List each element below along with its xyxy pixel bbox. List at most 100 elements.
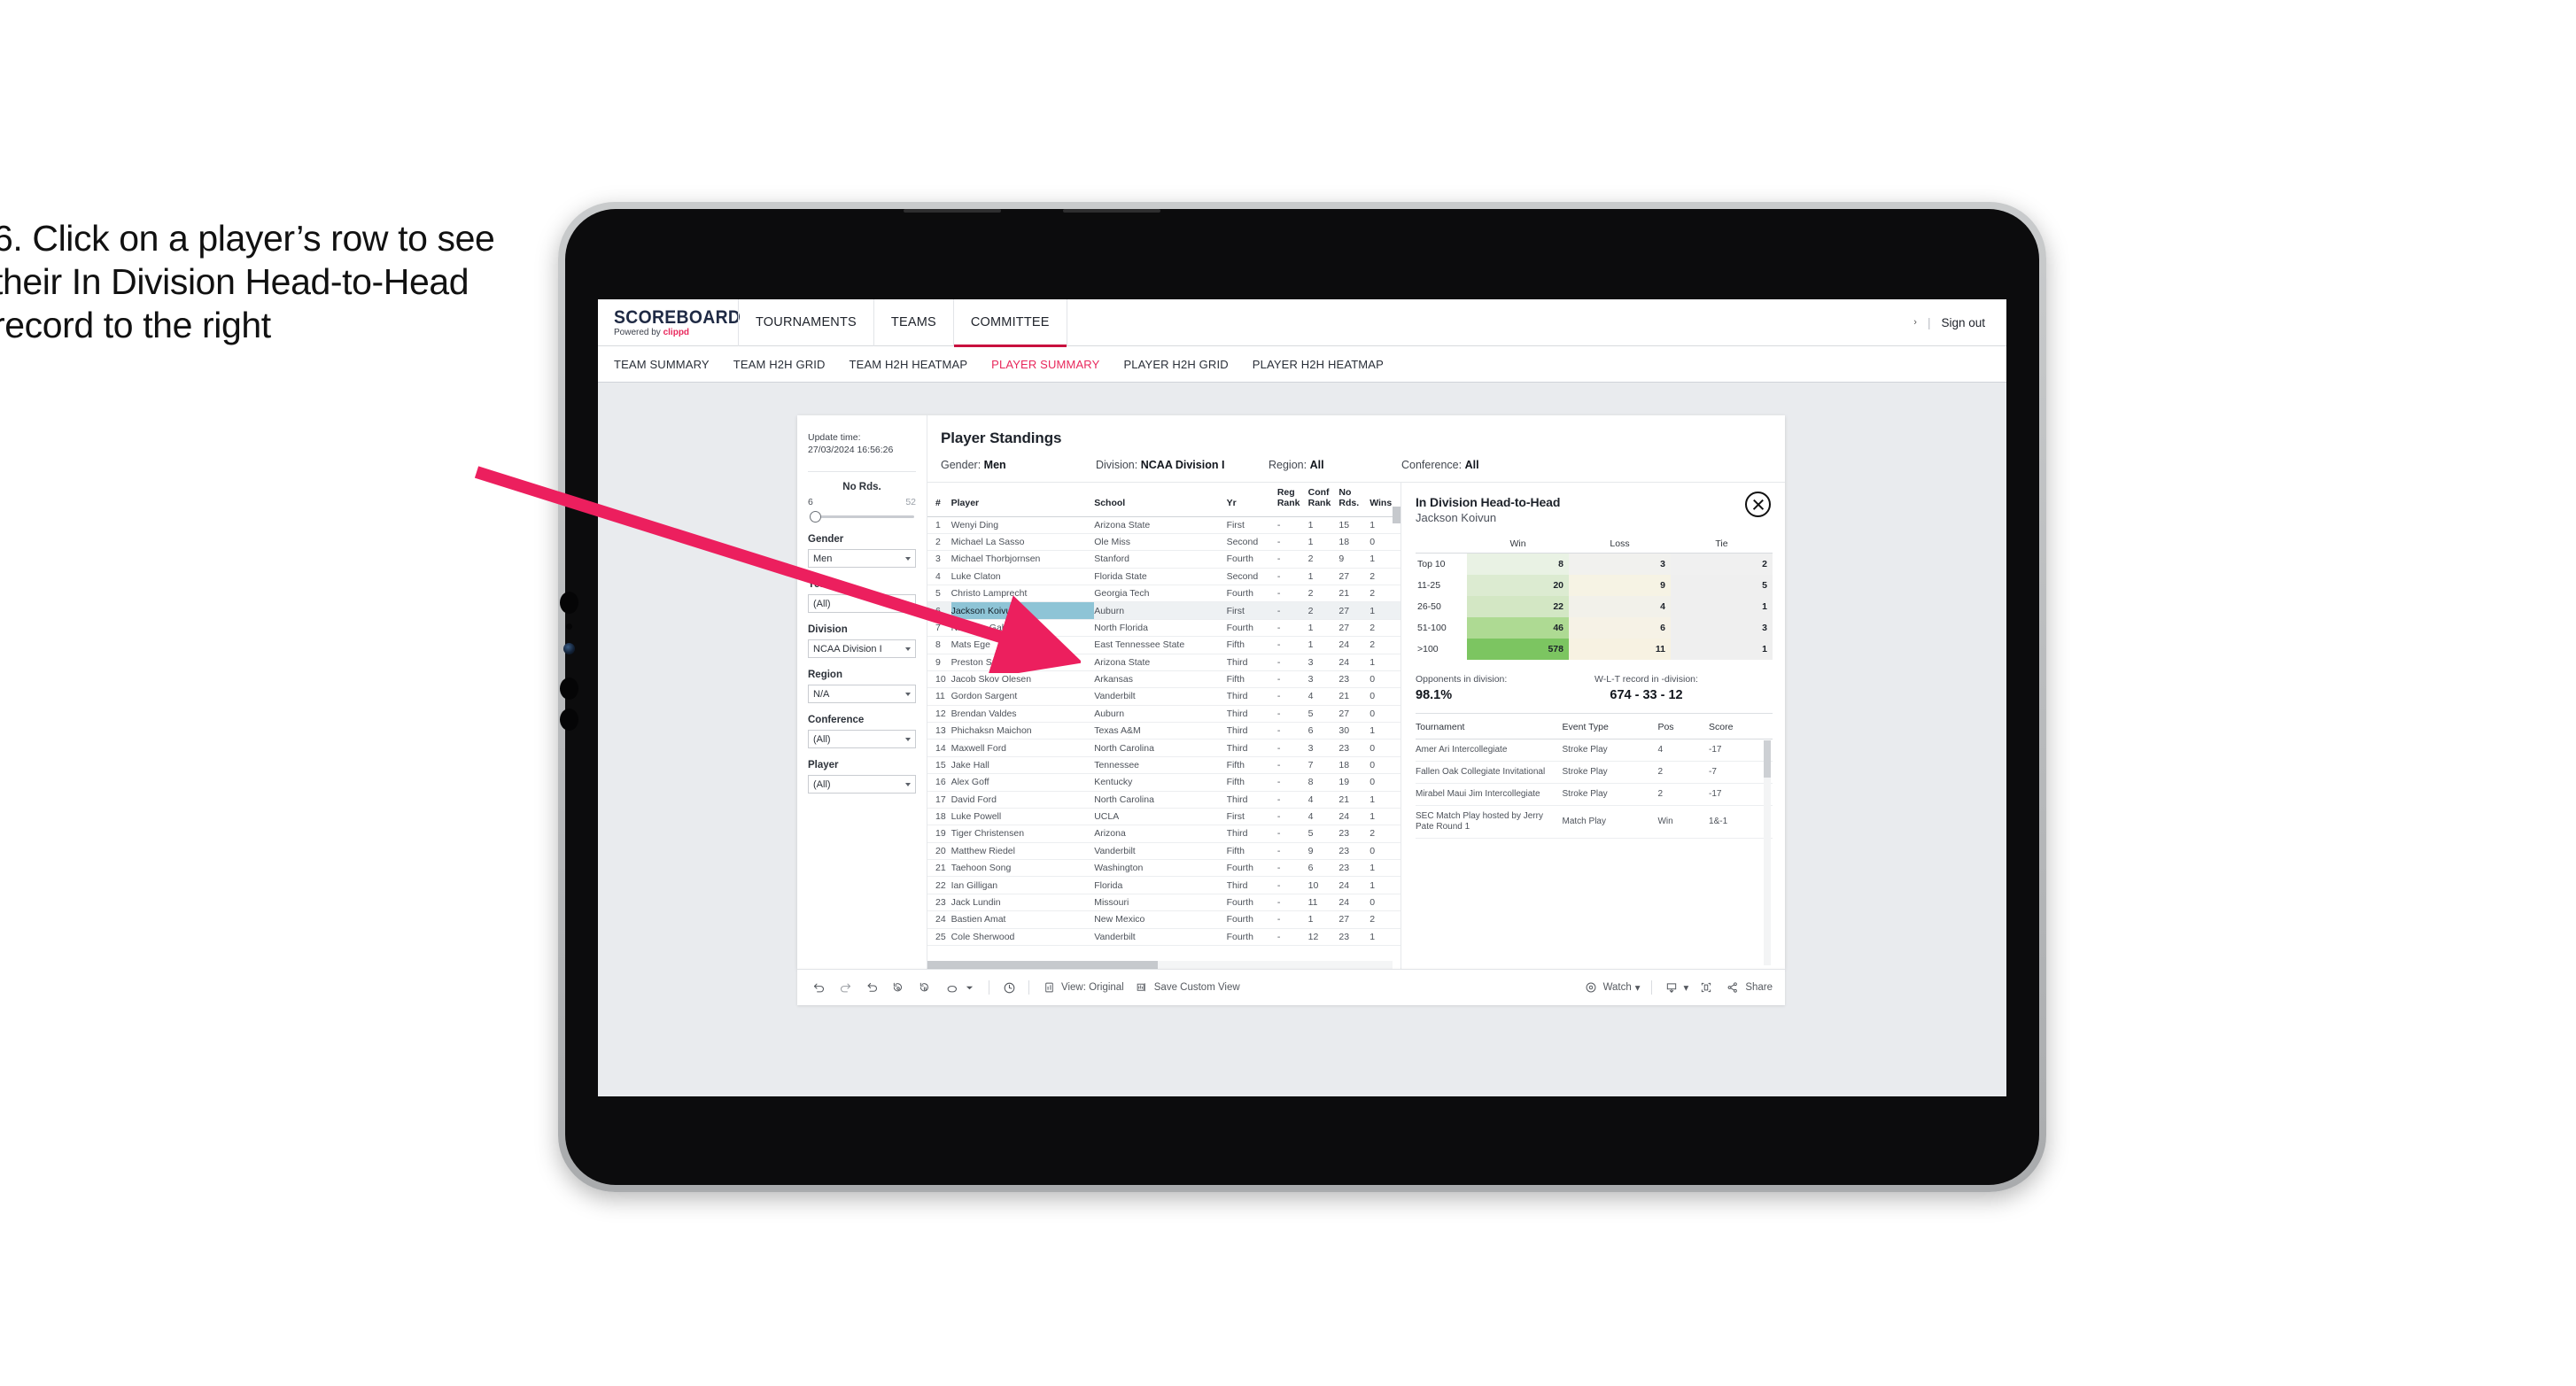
col-rank[interactable]: # [927, 483, 951, 517]
col-school[interactable]: School [1094, 483, 1227, 517]
share-button[interactable]: Share [1724, 979, 1773, 995]
table-row[interactable]: 14 Maxwell Ford North Carolina Third -3 23 0 [927, 739, 1401, 757]
table-row[interactable]: 23 Jack Lundin Missouri Fourth -11 24 0 [927, 894, 1401, 912]
table-row[interactable]: 19 Tiger Christensen Arizona Third -5 23 2 [927, 825, 1401, 843]
h2h-cell-tie[interactable]: 3 [1671, 616, 1773, 639]
tournament-row[interactable]: Fallen Oak Collegiate Invitational Stroke… [1416, 761, 1773, 784]
tournament-row[interactable]: SEC Match Play hosted by Jerry Pate Roun… [1416, 805, 1773, 840]
col-reg-rank[interactable]: Reg Rank [1276, 483, 1308, 517]
h2h-cell-win[interactable]: 22 [1467, 595, 1569, 617]
col-pos[interactable]: Pos [1657, 713, 1710, 739]
user-menu-chevron-icon[interactable]: › [1913, 317, 1917, 328]
col-no-rds[interactable]: No Rds. [1338, 483, 1370, 517]
view-original-button[interactable]: View: Original [1040, 979, 1124, 995]
save-custom-view-button[interactable]: Save Custom View [1133, 979, 1240, 995]
table-row[interactable]: 4 Luke Claton Florida State Second -1 27 2 [927, 568, 1401, 586]
table-row[interactable]: 5 Christo Lamprecht Georgia Tech Fourth -2 21… [927, 585, 1401, 603]
chevron-down-icon[interactable]: ▾ [1684, 981, 1689, 994]
col-player[interactable]: Player [950, 483, 1095, 517]
tab-player-summary[interactable]: PLAYER SUMMARY [991, 358, 1099, 371]
h2h-cell-loss[interactable]: 3 [1569, 553, 1671, 575]
h2h-cell-tie[interactable]: 1 [1671, 638, 1773, 660]
tab-player-h2h-heatmap[interactable]: PLAYER H2H HEATMAP [1253, 358, 1384, 371]
scrollbar-thumb[interactable] [1764, 739, 1771, 778]
col-yr[interactable]: Yr [1226, 483, 1277, 517]
table-row[interactable]: 18 Luke Powell UCLA First -4 24 1 [927, 808, 1401, 826]
redo-icon[interactable] [836, 979, 854, 995]
scrollbar-thumb[interactable] [1393, 507, 1401, 523]
table-row[interactable]: 24 Bastien Amat New Mexico Fourth -1 27 2 [927, 910, 1401, 929]
nav-item-teams[interactable]: TEAMS [873, 299, 953, 346]
no-rounds-slider[interactable] [808, 510, 916, 523]
h2h-row-label: Top 10 [1417, 558, 1446, 569]
col-event-type[interactable]: Event Type [1562, 713, 1658, 739]
table-row[interactable]: 12 Brendan Valdes Auburn Third -5 27 0 [927, 705, 1401, 724]
table-horizontal-scrollbar[interactable] [927, 961, 1393, 969]
revert-icon[interactable] [863, 979, 881, 995]
tournaments-scrollbar[interactable] [1764, 739, 1771, 965]
table-row[interactable]: 17 David Ford North Carolina Third -4 21 1 [927, 791, 1401, 809]
table-row[interactable]: 3 Michael Thorbjornsen Stanford Fourth -2 9 1 [927, 550, 1401, 569]
player-select[interactable]: (All) [808, 775, 916, 794]
conference-select[interactable]: (All) [808, 730, 916, 749]
year-select[interactable]: (All) [808, 594, 916, 614]
refresh-icon[interactable] [889, 979, 907, 995]
col-tournament[interactable]: Tournament [1416, 713, 1563, 739]
slider-handle[interactable] [810, 511, 821, 523]
region-select[interactable]: N/A [808, 685, 916, 704]
table-row[interactable]: 16 Alex Goff Kentucky Fifth -8 19 0 [927, 773, 1401, 792]
nav-item-tournaments[interactable]: TOURNAMENTS [738, 299, 873, 346]
table-row[interactable]: 22 Ian Gilligan Florida Third -10 24 1 [927, 876, 1401, 894]
h2h-cell-tie[interactable]: 5 [1671, 574, 1773, 596]
table-vertical-scrollbar[interactable] [1393, 507, 1401, 953]
h2h-cell-win[interactable]: 46 [1467, 616, 1569, 639]
cell-school: Florida State [1094, 568, 1227, 586]
sign-out-link[interactable]: Sign out [1941, 316, 1985, 329]
tab-team-h2h-heatmap[interactable]: TEAM H2H HEATMAP [850, 358, 968, 371]
h2h-cell-tie[interactable]: 2 [1671, 553, 1773, 575]
tab-player-h2h-grid[interactable]: PLAYER H2H GRID [1123, 358, 1228, 371]
tournament-row[interactable]: Mirabel Maui Jim Intercollegiate Stroke P… [1416, 783, 1773, 807]
download-button[interactable]: ▾ [1663, 979, 1689, 995]
h2h-cell-loss[interactable]: 11 [1569, 638, 1671, 660]
table-row[interactable]: 9 Preston Summerhays Arizona State Third -3 2… [927, 654, 1401, 671]
clock-icon[interactable] [1000, 979, 1018, 995]
h2h-cell-tie[interactable]: 1 [1671, 595, 1773, 617]
scrollbar-thumb[interactable] [927, 961, 1158, 969]
table-row[interactable]: 1 Wenyi Ding Arizona State First -1 15 1 [927, 516, 1401, 534]
table-row[interactable]: 10 Jacob Skov Olesen Arkansas Fifth -3 23 0 [927, 670, 1401, 689]
pan-icon[interactable] [943, 979, 978, 995]
watch-button[interactable]: Watch ▾ [1582, 979, 1641, 995]
nav-item-committee[interactable]: COMMITTEE [952, 299, 1067, 347]
gender-select[interactable]: Men [808, 549, 916, 569]
table-row[interactable]: 11 Gordon Sargent Vanderbilt Third -4 21 0 [927, 687, 1401, 706]
h2h-cell-loss[interactable]: 6 [1569, 616, 1671, 639]
table-row[interactable]: 7 Nicholas Gabrelcik North Florida Fourth -1… [927, 619, 1401, 638]
chevron-down-icon[interactable]: ▾ [1635, 981, 1641, 994]
close-icon[interactable] [1745, 492, 1771, 517]
table-row[interactable]: 25 Cole Sherwood Vanderbilt Fourth -12 23 1 [927, 928, 1401, 946]
h2h-cell-win[interactable]: 20 [1467, 574, 1569, 596]
h2h-cell-win[interactable]: 8 [1467, 553, 1569, 575]
table-row[interactable]: 20 Matthew Riedel Vanderbilt Fifth -9 23 0 [927, 842, 1401, 861]
table-row[interactable]: 13 Phichaksn Maichon Texas A&M Third -6 30 1 [927, 722, 1401, 740]
app-logo[interactable]: SCOREBOARD Powered by clippd [598, 308, 741, 337]
table-row[interactable]: 6 Jackson Koivun Auburn First -2 27 1 [927, 601, 1401, 620]
h2h-cell-win[interactable]: 578 [1467, 638, 1569, 660]
chevron-down-icon[interactable] [960, 979, 978, 995]
col-score[interactable]: Score [1709, 713, 1773, 739]
col-conf-rank[interactable]: Conf Rank [1307, 483, 1339, 517]
device-preview-button[interactable] [1697, 979, 1715, 995]
tournament-row[interactable]: Amer Ari Intercollegiate Stroke Play 4 -17 [1416, 739, 1773, 762]
table-row[interactable]: 2 Michael La Sasso Ole Miss Second -1 18 0 [927, 533, 1401, 552]
undo-icon[interactable] [810, 979, 827, 995]
table-row[interactable]: 8 Mats Ege East Tennessee State Fifth -1 24 2 [927, 636, 1401, 654]
h2h-cell-loss[interactable]: 4 [1569, 595, 1671, 617]
division-select[interactable]: NCAA Division I [808, 639, 916, 659]
h2h-cell-loss[interactable]: 9 [1569, 574, 1671, 596]
pause-icon[interactable] [916, 979, 934, 995]
tab-team-h2h-grid[interactable]: TEAM H2H GRID [733, 358, 826, 371]
table-row[interactable]: 15 Jake Hall Tennessee Fifth -7 18 0 [927, 756, 1401, 775]
tab-team-summary[interactable]: TEAM SUMMARY [614, 358, 710, 371]
table-row[interactable]: 21 Taehoon Song Washington Fourth -6 23 1 [927, 859, 1401, 878]
